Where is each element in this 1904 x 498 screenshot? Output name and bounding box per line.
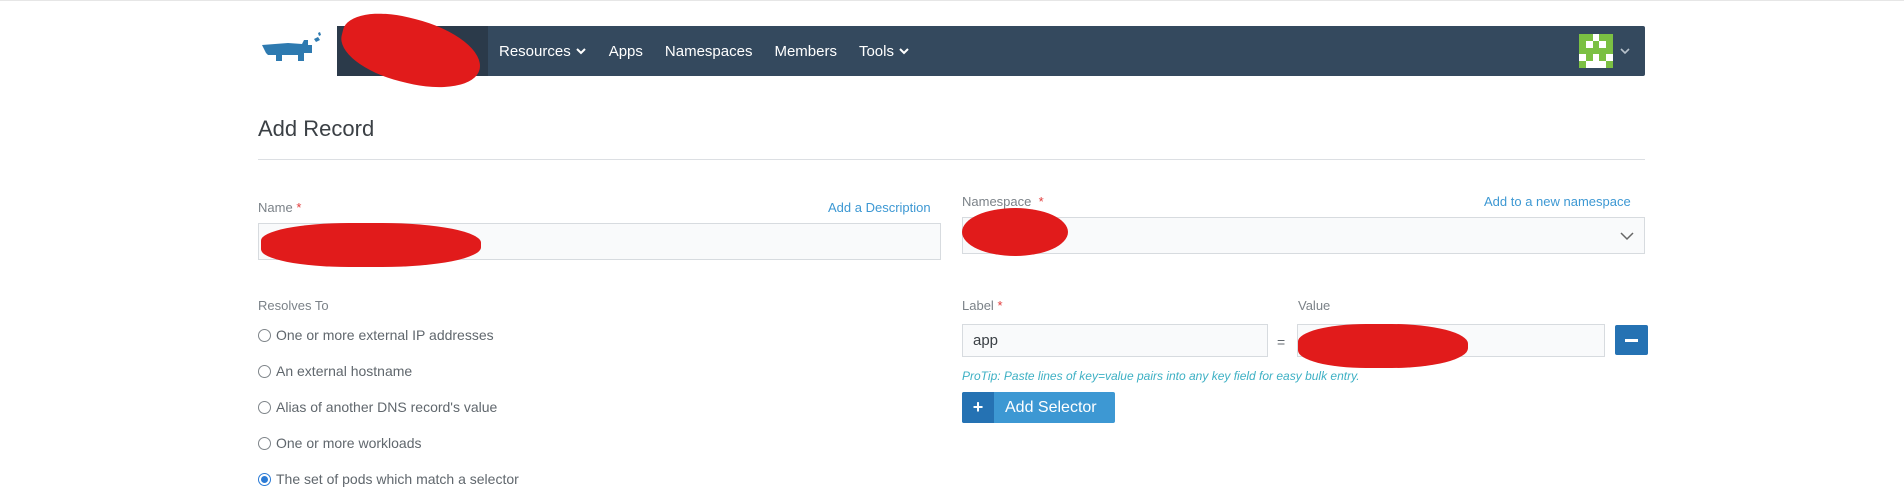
required-mark: *	[997, 298, 1003, 313]
radio-label: An external hostname	[276, 363, 413, 379]
redaction-mark	[334, 2, 488, 100]
nav-members[interactable]: Members	[774, 43, 837, 60]
radio-button[interactable]	[258, 364, 271, 378]
nav-members-label: Members	[774, 42, 837, 60]
divider	[258, 159, 1645, 160]
radio-label: One or more external IP addresses	[276, 327, 494, 343]
add-namespace-link[interactable]: Add to a new namespace	[1484, 194, 1631, 209]
radio-external-hostname[interactable]: An external hostname	[258, 363, 412, 379]
avatar	[1579, 34, 1613, 68]
chevron-down-icon	[575, 48, 586, 55]
remove-selector-button[interactable]	[1615, 325, 1648, 355]
rancher-logo-icon[interactable]	[258, 31, 328, 71]
name-label-text: Name	[258, 200, 293, 215]
required-mark: *	[1038, 194, 1044, 209]
radio-button[interactable]	[258, 328, 271, 342]
radio-pod-selector[interactable]: The set of pods which match a selector	[258, 471, 519, 487]
nav-apps-label: Apps	[608, 42, 643, 60]
nav-tools-label: Tools	[858, 42, 894, 60]
nav-resources-label: Resources	[499, 42, 571, 60]
radio-button-checked[interactable]	[258, 472, 271, 486]
redaction-mark	[261, 223, 481, 267]
nav-resources[interactable]: Resources	[499, 43, 587, 60]
add-description-link[interactable]: Add a Description	[828, 200, 931, 215]
required-mark: *	[296, 200, 302, 215]
radio-label: One or more workloads	[276, 435, 422, 451]
radio-button[interactable]	[258, 400, 271, 414]
minus-icon	[1625, 338, 1638, 342]
selector-key-input[interactable]	[962, 324, 1268, 357]
user-menu[interactable]	[1579, 34, 1631, 68]
main-nav: Resources Apps Namespaces Members Tools	[499, 26, 910, 76]
selector-label-header: Label *	[962, 298, 1003, 313]
protip-text: ProTip: Paste lines of key=value pairs i…	[962, 369, 1360, 383]
radio-external-ip[interactable]: One or more external IP addresses	[258, 327, 494, 343]
namespace-label: Namespace *	[962, 194, 1044, 209]
chevron-down-icon	[899, 48, 909, 55]
redaction-mark	[962, 208, 1068, 256]
radio-label: Alias of another DNS record's value	[276, 399, 498, 415]
redaction-mark	[1298, 324, 1468, 368]
page: Resources Apps Namespaces Members Tools	[0, 0, 1904, 498]
selector-label-text: Label	[962, 298, 994, 313]
equals-sign: =	[1277, 334, 1286, 350]
name-label: Name *	[258, 200, 301, 215]
radio-label: The set of pods which match a selector	[276, 471, 519, 487]
namespace-label-text: Namespace	[962, 194, 1032, 209]
radio-dns-alias[interactable]: Alias of another DNS record's value	[258, 399, 497, 415]
nav-tools[interactable]: Tools	[859, 43, 910, 60]
resolves-to-label: Resolves To	[258, 298, 329, 313]
plus-icon: +	[962, 392, 994, 423]
add-selector-label: Add Selector	[1005, 398, 1097, 416]
radio-workloads[interactable]: One or more workloads	[258, 435, 422, 451]
page-title: Add Record	[258, 116, 375, 141]
top-navbar: Resources Apps Namespaces Members Tools	[337, 26, 1645, 76]
chevron-down-icon	[1620, 232, 1634, 241]
selector-value-header: Value	[1298, 298, 1331, 313]
nav-namespaces-label: Namespaces	[664, 42, 753, 60]
add-selector-button[interactable]: + Add Selector	[962, 392, 1115, 423]
chevron-down-icon	[1620, 48, 1630, 55]
nav-namespaces[interactable]: Namespaces	[665, 43, 753, 60]
nav-apps[interactable]: Apps	[609, 43, 643, 60]
radio-button[interactable]	[258, 436, 271, 450]
